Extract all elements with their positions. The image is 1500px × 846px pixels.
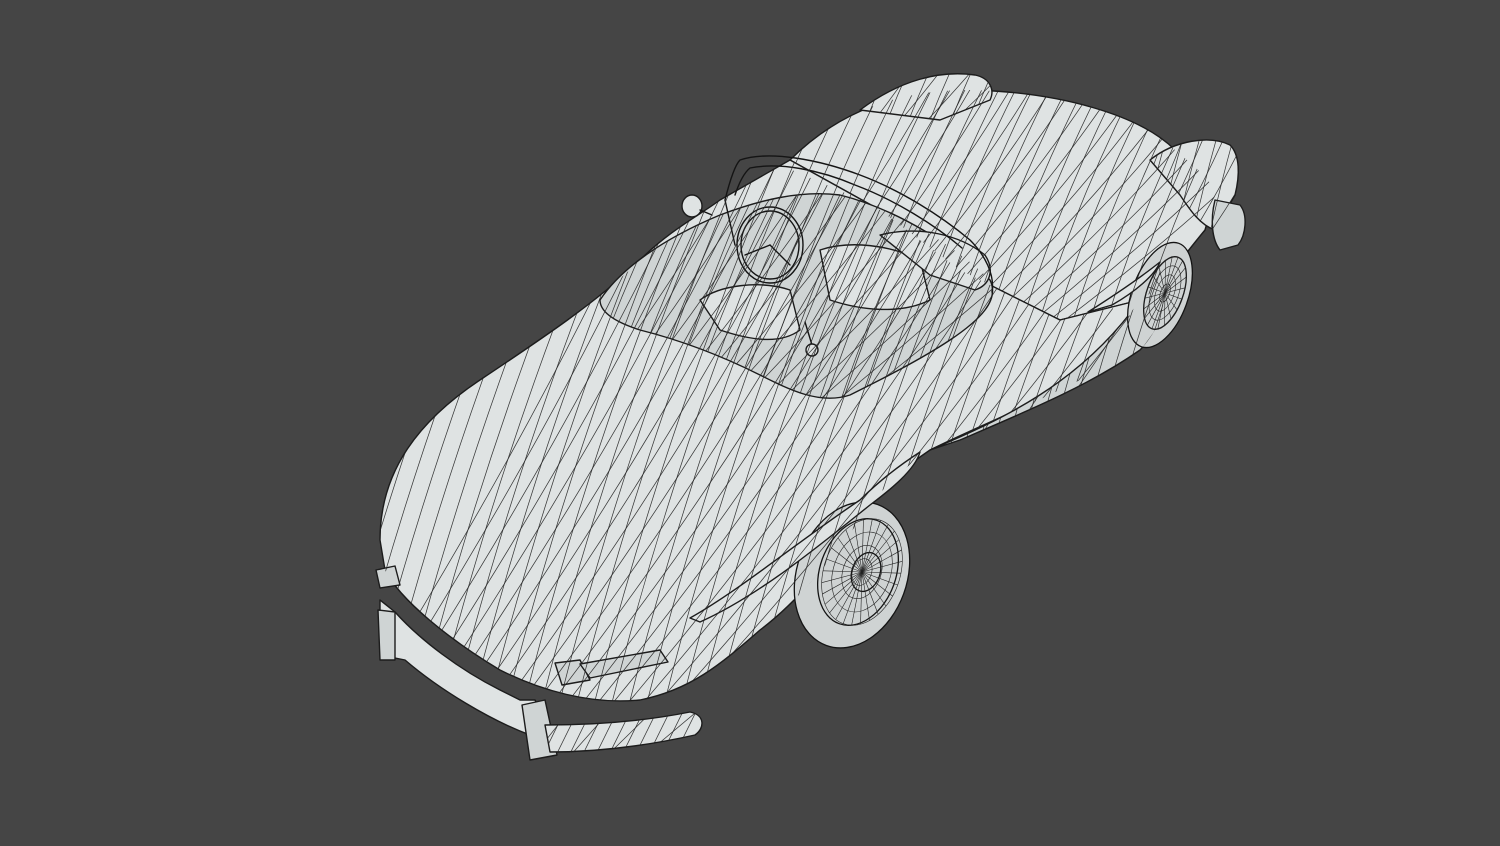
mirror-head xyxy=(681,194,703,218)
side-mirror xyxy=(681,194,713,218)
headlight-left xyxy=(375,565,401,589)
bumper-right-arm xyxy=(544,711,703,753)
3d-viewport[interactable] xyxy=(0,0,1500,846)
viewport-canvas[interactable] xyxy=(0,0,1500,846)
bumper-guard-left xyxy=(377,609,396,661)
rear-bumper-right xyxy=(1211,199,1246,251)
